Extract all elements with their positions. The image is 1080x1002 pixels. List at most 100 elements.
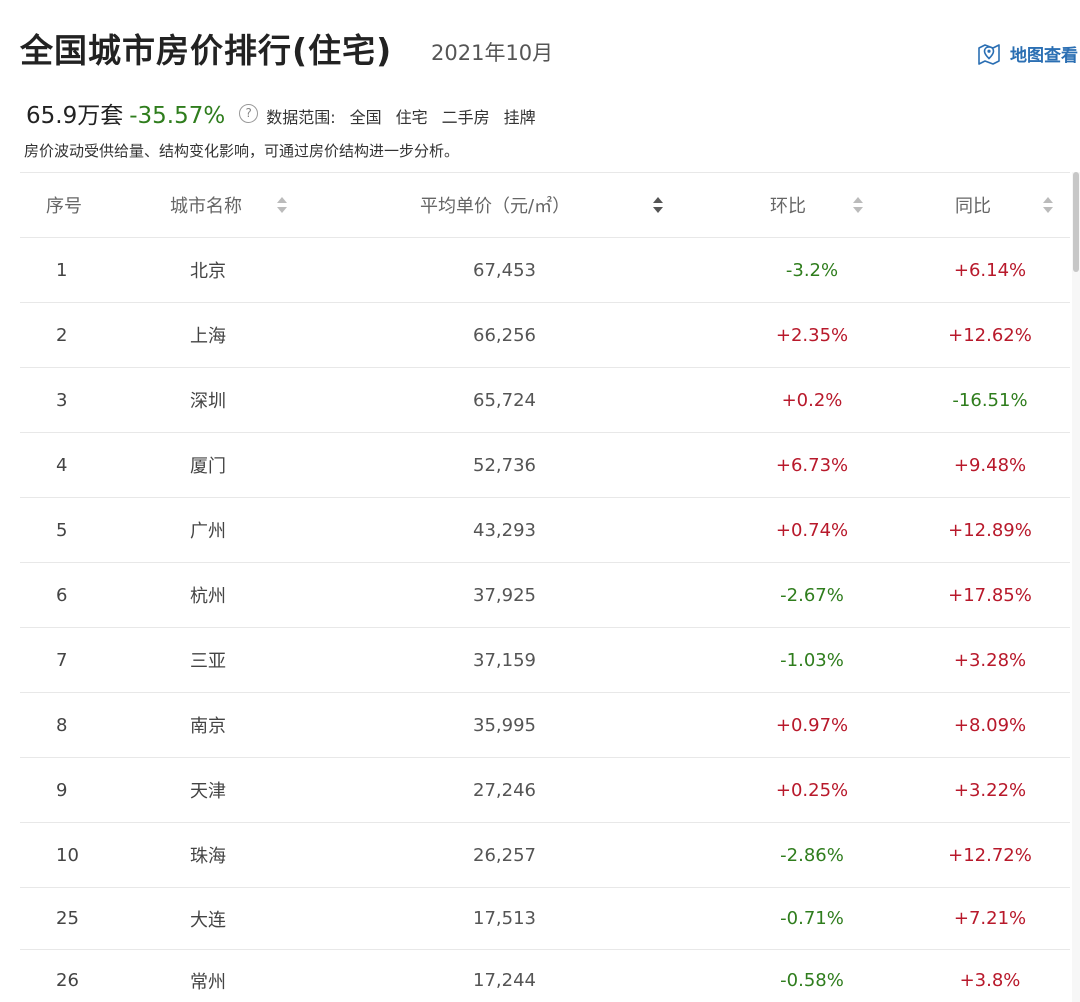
mom-cell: +0.74% (775, 519, 849, 541)
rank-cell: 10 (56, 844, 79, 866)
help-icon[interactable]: ? (239, 103, 259, 123)
city-cell: 深圳 (190, 391, 226, 412)
table-row[interactable]: 4 厦门 52,736 +6.73% +9.48% (20, 433, 1070, 498)
price-cell: 26,257 (473, 844, 536, 866)
table-row[interactable]: 6 杭州 37,925 -2.67% +17.85% (20, 563, 1070, 628)
scope-item-market: 二手房 (441, 108, 490, 127)
price-cell: 66,256 (473, 324, 536, 346)
yoy-cell: +7.21% (953, 908, 1027, 929)
rank-cell: 9 (56, 779, 68, 801)
mom-cell: +6.73% (775, 454, 849, 476)
yoy-cell: +12.62% (948, 324, 1032, 346)
price-cell: 37,925 (473, 584, 536, 606)
rank-cell: 5 (56, 519, 68, 541)
city-cell: 南京 (190, 716, 226, 737)
mom-cell: +0.97% (775, 714, 849, 736)
scrollbar-thumb[interactable] (1073, 172, 1079, 272)
scope-item-region: 全国 (349, 108, 382, 127)
table-row[interactable]: 10 珠海 26,257 -2.86% +12.72% (20, 823, 1070, 888)
table-row[interactable]: 1 北京 67,453 -3.2% +6.14% (20, 238, 1070, 303)
count-change: -35.57% (129, 103, 226, 129)
table-body: 1 北京 67,453 -3.2% +6.14% 2 上海 66,256 +2.35% +12.6… (20, 238, 1070, 1002)
yoy-cell: +8.09% (953, 714, 1027, 736)
scope-item-source: 挂牌 (503, 108, 536, 127)
table-row[interactable]: 8 南京 35,995 +0.97% +8.09% (20, 693, 1070, 758)
yoy-cell: +3.28% (953, 649, 1027, 671)
yoy-cell: +3.22% (953, 779, 1027, 801)
mom-cell: -2.67% (780, 584, 844, 606)
price-cell: 27,246 (473, 779, 536, 801)
price-cell: 52,736 (473, 454, 536, 476)
city-cell: 厦门 (190, 456, 226, 477)
sort-price-icon[interactable] (653, 197, 663, 215)
table-row[interactable]: 3 深圳 65,724 +0.2% -16.51% (20, 368, 1070, 433)
city-cell: 北京 (190, 261, 226, 282)
yoy-cell: +6.14% (953, 259, 1027, 281)
yoy-cell: -16.51% (952, 389, 1028, 411)
sort-mom-icon[interactable] (853, 197, 863, 215)
price-cell: 37,159 (473, 649, 536, 671)
table-row[interactable]: 7 三亚 37,159 -1.03% +3.28% (20, 628, 1070, 693)
map-view-link[interactable]: 地图查看 (976, 40, 1078, 66)
mom-cell: -1.03% (780, 649, 844, 671)
table-row[interactable]: 2 上海 66,256 +2.35% +12.62% (20, 303, 1070, 368)
rank-cell: 7 (56, 649, 68, 671)
rank-cell: 2 (56, 324, 68, 346)
city-cell: 天津 (190, 781, 226, 802)
table-row[interactable]: 5 广州 43,293 +0.74% +12.89% (20, 498, 1070, 563)
price-cell: 43,293 (473, 519, 536, 541)
rank-cell: 25 (56, 908, 79, 929)
mom-cell: -2.86% (780, 844, 844, 866)
price-ranking-table: 序号 城市名称 平均单价（元/㎡） 环比 同比 1 北京 67,453 -3.2% +6… (20, 172, 1070, 1002)
column-header-mom[interactable]: 环比 (770, 173, 806, 237)
listing-count: 65.9万套 (26, 103, 124, 129)
city-cell: 常州 (190, 971, 226, 993)
sort-city-icon[interactable] (277, 197, 287, 215)
page-header: 全国城市房价排行(住宅) 2021年10月 地图查看 (0, 0, 1080, 92)
yoy-cell: +12.72% (948, 844, 1032, 866)
scrollbar[interactable] (1072, 172, 1080, 1002)
scope-item-type: 住宅 (395, 108, 428, 127)
rank-cell: 26 (56, 970, 79, 991)
city-cell: 珠海 (190, 846, 226, 867)
column-header-rank: 序号 (46, 196, 82, 217)
rank-cell: 4 (56, 454, 68, 476)
price-cell: 35,995 (473, 714, 536, 736)
scope-label: 数据范围: (266, 108, 336, 127)
column-header-city[interactable]: 城市名称 (170, 173, 242, 237)
yoy-cell: +3.8% (959, 970, 1021, 991)
price-cell: 65,724 (473, 389, 536, 411)
column-header-price[interactable]: 平均单价（元/㎡） (420, 173, 570, 237)
price-cell: 17,513 (473, 908, 536, 929)
rank-cell: 1 (56, 259, 68, 281)
mom-cell: -3.2% (785, 259, 839, 281)
city-cell: 杭州 (190, 586, 226, 607)
mom-cell: +0.2% (781, 389, 843, 411)
rank-cell: 3 (56, 389, 68, 411)
summary-bar: 65.9万套 -35.57% ? 数据范围: 全国 住宅 二手房 挂牌 (26, 96, 536, 130)
table-row[interactable]: 26 常州 17,244 -0.58% +3.8% (20, 950, 1070, 1002)
table-row[interactable]: 25 大连 17,513 -0.71% +7.21% (20, 888, 1070, 950)
table-header: 序号 城市名称 平均单价（元/㎡） 环比 同比 (20, 173, 1070, 238)
city-cell: 大连 (190, 909, 226, 931)
mom-cell: +0.25% (775, 779, 849, 801)
city-cell: 广州 (190, 521, 226, 542)
map-pin-icon (978, 44, 1000, 65)
sort-yoy-icon[interactable] (1043, 197, 1053, 215)
page-title: 全国城市房价排行(住宅) (20, 31, 393, 70)
rank-cell: 8 (56, 714, 68, 736)
yoy-cell: +9.48% (953, 454, 1027, 476)
mom-cell: -0.71% (780, 908, 844, 929)
analysis-note: 房价波动受供给量、结构变化影响，可通过房价结构进一步分析。 (24, 142, 460, 160)
city-cell: 上海 (190, 326, 226, 347)
date-label: 2021年10月 (431, 41, 554, 65)
city-cell: 三亚 (190, 651, 226, 672)
map-view-label: 地图查看 (1010, 45, 1078, 66)
table-row[interactable]: 9 天津 27,246 +0.25% +3.22% (20, 758, 1070, 823)
price-cell: 67,453 (473, 259, 536, 281)
mom-cell: +2.35% (775, 324, 849, 346)
mom-cell: -0.58% (780, 970, 844, 991)
yoy-cell: +12.89% (948, 519, 1032, 541)
rank-cell: 6 (56, 584, 68, 606)
column-header-yoy[interactable]: 同比 (955, 173, 991, 237)
